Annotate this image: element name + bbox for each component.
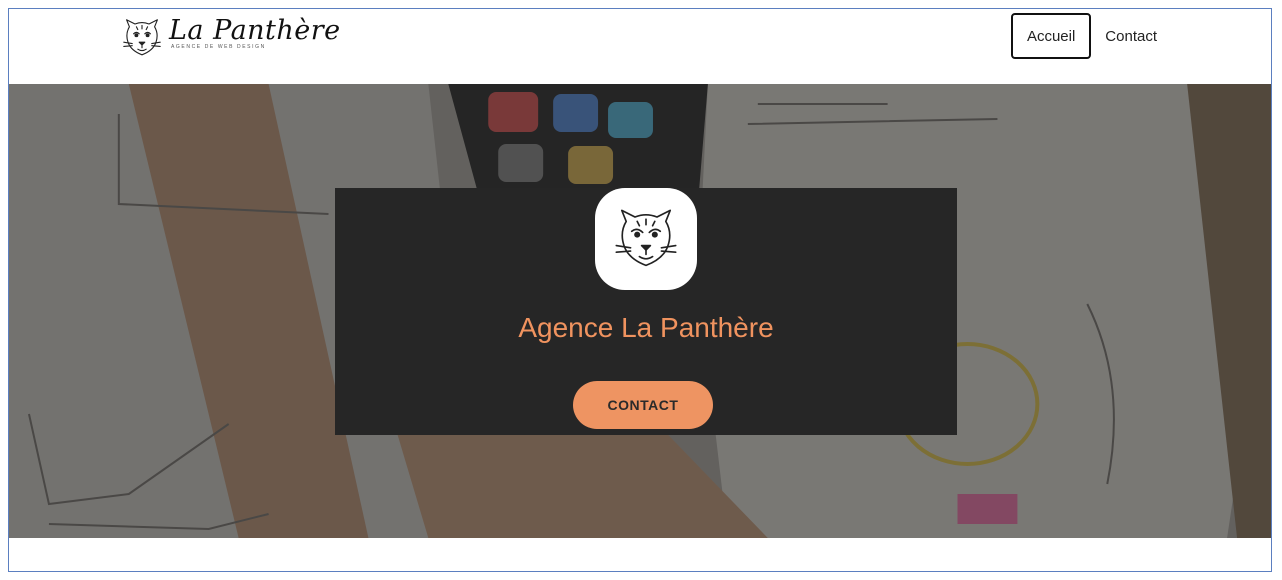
logo-subtitle: AGENCE DE WEB DESIGN: [171, 44, 266, 50]
nav-item-accueil[interactable]: Accueil: [1010, 13, 1092, 59]
hero-card: Agence La Panthère CONTACT: [335, 188, 957, 435]
site-header: La Panthère AGENCE DE WEB DESIGN Accueil…: [9, 9, 1271, 84]
nav-item-contact[interactable]: Contact: [1091, 13, 1171, 59]
contact-button[interactable]: CONTACT: [573, 381, 713, 429]
logo-title: La Panthère: [169, 15, 341, 46]
browser-viewport: La Panthère AGENCE DE WEB DESIGN Accueil…: [8, 8, 1272, 572]
main-nav: Accueil Contact: [1010, 13, 1171, 59]
panther-head-icon: [123, 19, 161, 56]
hero-title: Agence La Panthère: [518, 312, 774, 343]
hero-section: Agence La Panthère CONTACT: [9, 84, 1271, 538]
logo-text: La Panthère AGENCE DE WEB DESIGN: [169, 15, 341, 50]
panther-head-icon: [615, 209, 677, 267]
content-area: [9, 538, 1271, 571]
hero-logo: [595, 188, 697, 290]
site-logo[interactable]: La Panthère AGENCE DE WEB DESIGN: [121, 15, 341, 65]
